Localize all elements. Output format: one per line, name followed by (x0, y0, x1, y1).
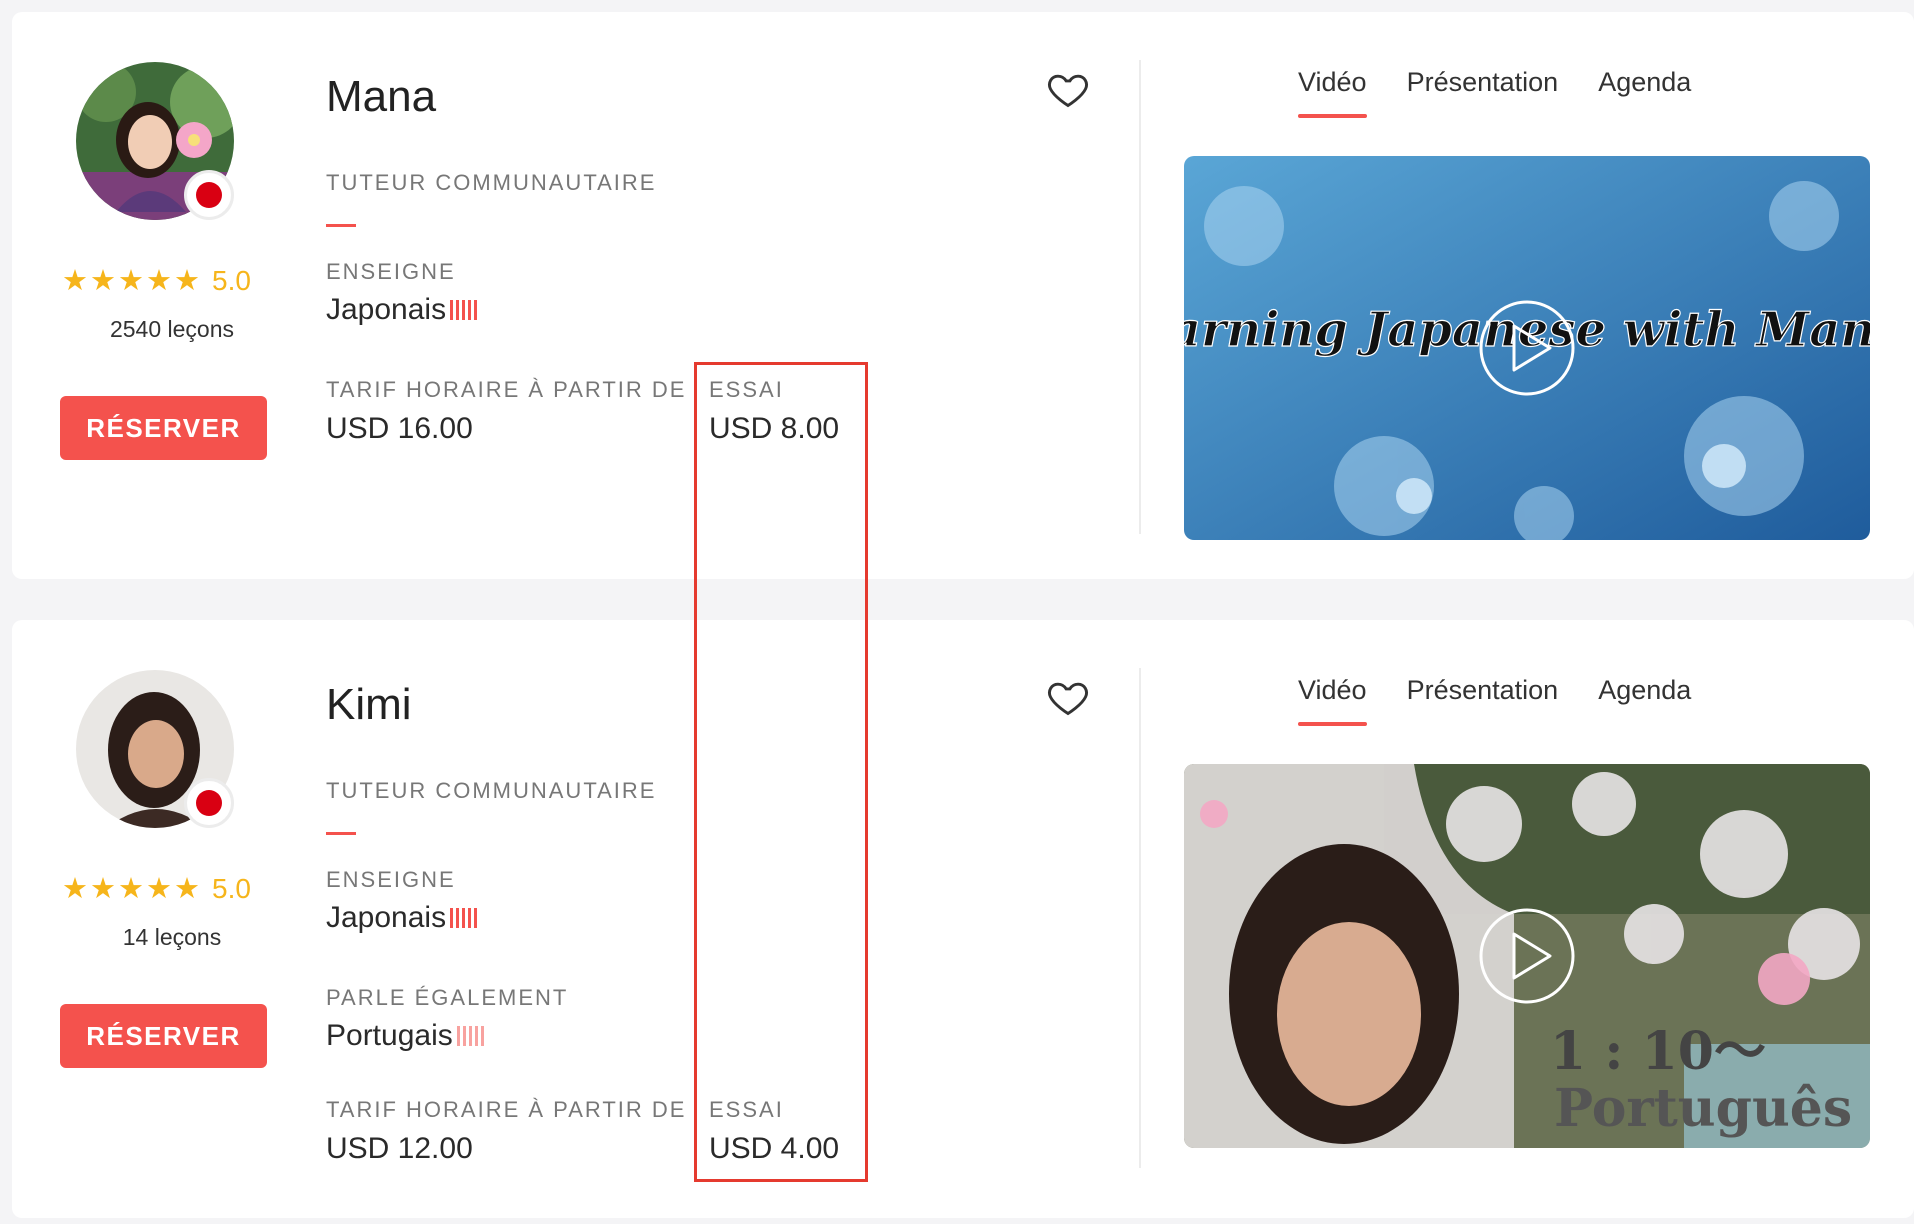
tutor-category: TUTEUR COMMUNAUTAIRE (326, 778, 657, 803)
star-icon: ★ (174, 264, 200, 297)
trial-price: USD 8.00 (709, 412, 840, 445)
lesson-count: 14 leçons (122, 924, 222, 950)
media-tabs: Vidéo Présentation Agenda (1298, 675, 1691, 726)
teaches-label: ENSEIGNE (326, 259, 456, 284)
media-tabs: Vidéo Présentation Agenda (1298, 67, 1691, 118)
column-divider (1139, 60, 1141, 534)
intro-video[interactable]: 1 : 10〜 Português (1184, 764, 1870, 1148)
tab-presentation[interactable]: Présentation (1407, 675, 1559, 726)
tutor-name[interactable]: Kimi (326, 680, 412, 730)
tutor-card: ★ ★ ★ ★ ★ 5.0 14 leçons RÉSERVER Kimi TU… (12, 620, 1914, 1218)
rating-value: 5.0 (212, 265, 251, 296)
reserve-button[interactable]: RÉSERVER (60, 396, 267, 460)
intro-video[interactable]: Learning Japanese with Mana!! (1184, 156, 1870, 540)
star-icon: ★ (146, 872, 172, 905)
star-icon: ★ (90, 264, 116, 297)
language-name: Japonais (326, 293, 447, 326)
tab-presentation[interactable]: Présentation (1407, 67, 1559, 118)
video-caption: Learning Japanese with Mana!! (1184, 302, 1870, 358)
lesson-count: 2540 leçons (109, 316, 235, 342)
proficiency-bars-icon (456, 1026, 484, 1046)
trial-label: ESSAI (709, 1097, 784, 1122)
also-speaks-language: Portugais (326, 1019, 484, 1053)
star-icon: ★ (174, 872, 200, 905)
tutor-card: ★ ★ ★ ★ ★ 5.0 2540 leçons RÉSERVER Mana … (12, 12, 1914, 579)
tab-video[interactable]: Vidéo (1298, 67, 1367, 118)
tab-video[interactable]: Vidéo (1298, 675, 1367, 726)
hourly-rate: USD 12.00 (326, 1132, 473, 1165)
teaches-language: Japonais (326, 901, 478, 935)
heart-icon[interactable] (1046, 67, 1090, 111)
tutor-category: TUTEUR COMMUNAUTAIRE (326, 170, 657, 195)
trial-price: USD 4.00 (709, 1132, 840, 1165)
tutor-name[interactable]: Mana (326, 72, 436, 122)
video-caption: 1 : 10〜 (1550, 1021, 1766, 1082)
japan-flag-icon (184, 778, 234, 828)
column-divider (1139, 668, 1141, 1168)
accent-divider (326, 832, 356, 835)
trial-label: ESSAI (709, 377, 784, 402)
tab-agenda[interactable]: Agenda (1598, 675, 1691, 726)
rating-value: 5.0 (212, 873, 251, 904)
rating-stars: ★ ★ ★ ★ ★ 5.0 (62, 873, 251, 905)
heart-icon[interactable] (1046, 675, 1090, 719)
star-icon: ★ (146, 264, 172, 297)
video-caption: Português (1554, 1078, 1852, 1139)
teaches-label: ENSEIGNE (326, 867, 456, 892)
star-icon: ★ (118, 264, 144, 297)
proficiency-bars-icon (450, 908, 478, 928)
reserve-button[interactable]: RÉSERVER (60, 1004, 267, 1068)
proficiency-bars-icon (450, 300, 478, 320)
also-speaks-label: PARLE ÉGALEMENT (326, 985, 569, 1010)
language-name: Portugais (326, 1019, 453, 1052)
japan-flag-icon (184, 170, 234, 220)
rate-label: TARIF HORAIRE À PARTIR DE (326, 377, 687, 402)
teaches-language: Japonais (326, 293, 478, 327)
language-name: Japonais (326, 901, 447, 934)
accent-divider (326, 224, 356, 227)
star-icon: ★ (90, 872, 116, 905)
star-icon: ★ (62, 264, 88, 297)
star-icon: ★ (118, 872, 144, 905)
star-icon: ★ (62, 872, 88, 905)
tab-agenda[interactable]: Agenda (1598, 67, 1691, 118)
rate-label: TARIF HORAIRE À PARTIR DE (326, 1097, 687, 1122)
hourly-rate: USD 16.00 (326, 412, 473, 445)
rating-stars: ★ ★ ★ ★ ★ 5.0 (62, 265, 251, 297)
